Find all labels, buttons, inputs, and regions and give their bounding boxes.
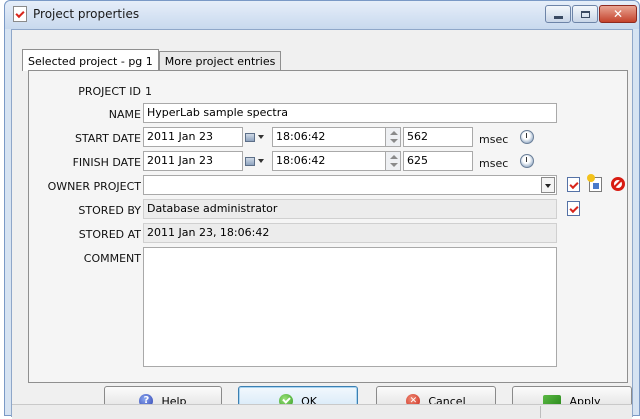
chevron-down-icon — [258, 135, 264, 139]
finish-msec-field[interactable]: 625 — [403, 151, 473, 171]
finish-date-picker-button[interactable] — [245, 151, 269, 171]
start-date-field[interactable]: 2011 Jan 23 — [143, 127, 243, 147]
tab-more-project-entries[interactable]: More project entries — [158, 51, 282, 71]
project-id-label: PROJECT ID — [78, 85, 141, 98]
status-bar — [12, 404, 632, 419]
window-title: Project properties — [33, 7, 140, 21]
finish-msec-unit: msec — [479, 157, 509, 170]
start-time-spinner[interactable] — [385, 127, 401, 147]
project-id-value: 1 — [145, 85, 152, 98]
project-form-panel: PROJECT ID 1 NAME HyperLab sample spectr… — [28, 70, 628, 383]
stored-at-label: STORED AT — [78, 228, 141, 241]
maximize-icon — [580, 10, 590, 18]
start-time-field[interactable]: 18:06:42 — [272, 127, 387, 147]
new-owner-project-icon[interactable] — [587, 174, 602, 192]
start-msec-unit: msec — [479, 133, 509, 146]
edit-owner-project-icon[interactable] — [567, 177, 580, 192]
finish-date-label: FINISH DATE — [72, 156, 141, 169]
name-field[interactable]: HyperLab sample spectra — [143, 103, 557, 123]
comment-label: COMMENT — [83, 252, 141, 265]
dialog-client-area: Selected project - pg 1 More project ent… — [11, 29, 633, 419]
project-properties-icon — [13, 6, 27, 22]
close-button[interactable]: ✕ — [599, 5, 637, 23]
status-divider — [540, 406, 541, 418]
tab-selected-project-pg1[interactable]: Selected project - pg 1 — [22, 49, 159, 71]
minimize-icon — [553, 15, 563, 19]
start-date-label: START DATE — [74, 132, 141, 145]
stored-by-label: STORED BY — [78, 204, 141, 217]
owner-project-combo[interactable] — [143, 175, 557, 195]
tab-strip: Selected project - pg 1 More project ent… — [22, 49, 282, 71]
start-date-picker-button[interactable] — [245, 127, 269, 147]
title-bar[interactable]: Project properties ✕ — [5, 1, 639, 29]
close-icon: ✕ — [612, 7, 624, 21]
edit-stored-by-icon[interactable] — [567, 201, 580, 216]
stored-by-field: Database administrator — [143, 199, 557, 219]
start-now-clock-icon[interactable] — [520, 130, 534, 144]
finish-now-clock-icon[interactable] — [520, 154, 534, 168]
finish-time-spinner[interactable] — [385, 151, 401, 171]
minimize-button[interactable] — [545, 5, 571, 23]
owner-project-dropdown-arrow[interactable] — [541, 177, 555, 193]
calendar-icon — [245, 132, 255, 142]
chevron-down-icon — [258, 159, 264, 163]
finish-date-field[interactable]: 2011 Jan 23 — [143, 151, 243, 171]
stored-at-field: 2011 Jan 23, 18:06:42 — [143, 223, 557, 243]
owner-project-label: OWNER PROJECT — [47, 180, 141, 193]
start-msec-field[interactable]: 562 — [403, 127, 473, 147]
name-label: NAME — [108, 108, 141, 121]
remove-owner-project-icon[interactable] — [611, 177, 625, 191]
comment-textarea[interactable] — [143, 247, 557, 367]
finish-time-field[interactable]: 18:06:42 — [272, 151, 387, 171]
maximize-button[interactable] — [572, 5, 598, 23]
calendar-icon — [245, 156, 255, 166]
project-properties-window: Project properties ✕ Selected project - … — [4, 0, 640, 419]
